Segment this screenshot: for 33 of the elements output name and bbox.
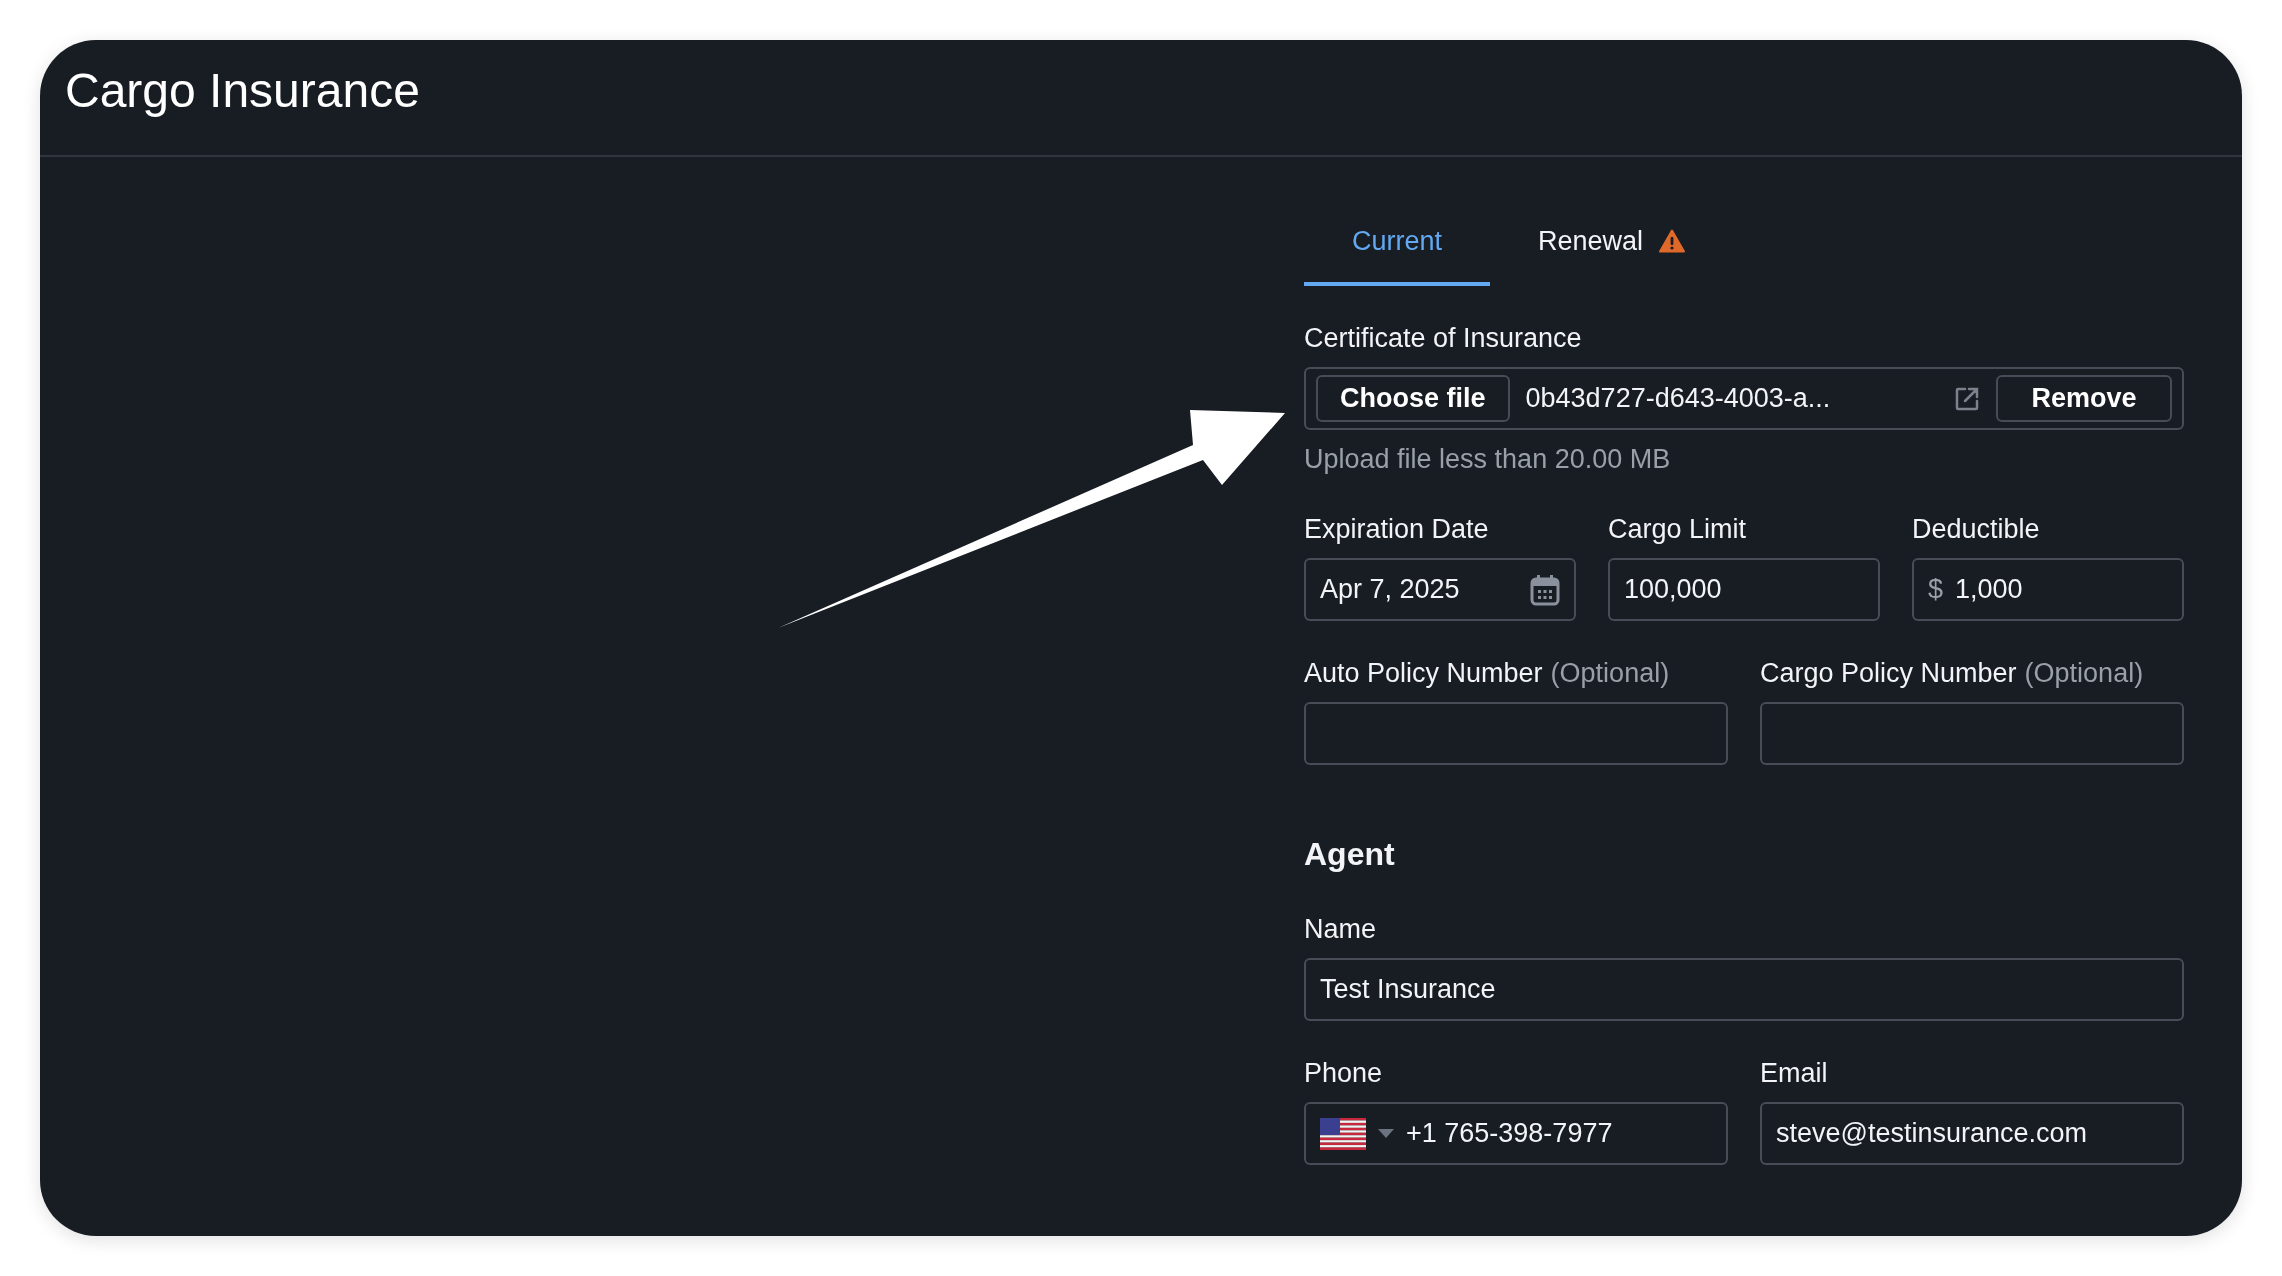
calendar-icon[interactable] [1530,573,1560,606]
field-label: Phone [1304,1057,1383,1090]
field-label: Name [1304,913,1377,946]
optional-note: (Optional) [1550,657,1670,690]
choose-file-button[interactable]: Choose file [1316,375,1510,422]
currency-symbol: $ [1928,574,1944,605]
section-heading: Agent [1304,835,1396,874]
field-label: Auto Policy Number [1304,657,1543,690]
file-name: 0b43d727-d643-4003-a... [1525,383,1832,414]
field-label: Certificate of Insurance [1304,322,1583,355]
optional-note: (Optional) [2024,657,2144,690]
warning-icon [1659,229,1686,253]
flag-icon[interactable] [1320,1117,1366,1150]
text-field[interactable]: Test Insurance [1304,958,2184,1021]
field-label: Email [1760,1057,1828,1090]
date-field[interactable]: Apr 7, 2025 [1304,558,1576,621]
remove-button[interactable]: Remove [1996,375,2172,422]
text-field[interactable] [1760,702,2184,765]
caret-icon[interactable] [1378,1128,1394,1139]
field-label: Expiration Date [1304,513,1489,546]
field-label: Cargo Limit [1608,513,1747,546]
tab[interactable]: Renewal [1490,200,1734,286]
upload-hint: Upload file less than 20.00 MB [1304,443,1672,476]
external-link-icon[interactable] [1954,385,1980,412]
phone-field[interactable]: +1 765-398-7977 [1304,1102,1728,1165]
field-label: Cargo Policy Number [1760,657,2017,690]
field-label: Deductible [1912,513,2040,546]
text-field[interactable] [1304,702,1728,765]
currency-field[interactable]: $ 1,000 [1912,558,2184,621]
tab[interactable]: Current [1304,200,1491,286]
text-field[interactable]: 100,000 [1608,558,1880,621]
text-field[interactable]: steve@testinsurance.com [1760,1102,2184,1165]
window-title: Cargo Insurance [65,63,420,118]
